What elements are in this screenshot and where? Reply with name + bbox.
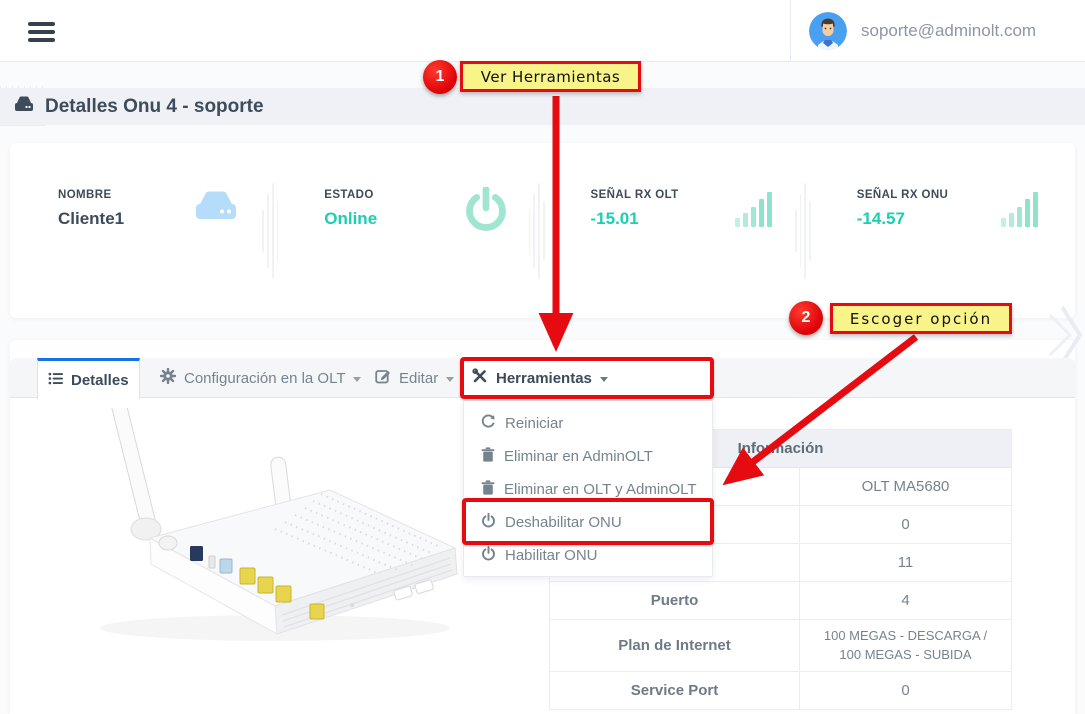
row-value: 0 — [800, 672, 1011, 709]
table-row: Service Port 0 — [550, 672, 1011, 710]
tab-label: Detalles — [71, 372, 129, 389]
user-email: soporte@adminolt.com — [861, 21, 1036, 41]
signal-bars-icon — [731, 187, 775, 236]
edit-icon — [375, 368, 391, 388]
stat-value: Online — [324, 209, 542, 229]
row-label: Plan de Internet — [550, 620, 800, 671]
tab-label: Editar — [399, 370, 438, 387]
chevron-down-icon — [600, 377, 608, 382]
stat-value: Cliente1 — [58, 209, 276, 229]
power-icon — [463, 187, 509, 240]
power-icon — [481, 513, 496, 533]
adminolt-page: soporte@adminolt.com Detalles Onu 4 - so… — [0, 0, 1085, 714]
menu-item-deshabilitar-onu[interactable]: Deshabilitar ONU — [464, 506, 712, 539]
row-label: Service Port — [550, 672, 800, 709]
chevron-down-icon — [446, 377, 454, 382]
menu-item-eliminar-olt-adminolt[interactable]: Eliminar en OLT y AdminOLT — [464, 473, 712, 506]
row-value: 0 — [800, 506, 1011, 543]
herramientas-dropdown-menu: Reiniciar Eliminar en AdminOLT Elimina — [463, 400, 713, 577]
stat-value: -14.57 — [857, 209, 1075, 229]
tools-icon — [472, 368, 488, 388]
menu-item-label: Deshabilitar ONU — [505, 514, 622, 531]
annotation-step-1-label: Ver Herramientas — [460, 61, 641, 92]
tab-label: Herramientas — [496, 370, 592, 387]
user-menu[interactable]: soporte@adminolt.com — [790, 0, 1085, 62]
chevron-down-icon — [353, 377, 361, 382]
stat-label: NOMBRE — [58, 189, 276, 201]
user-avatar — [809, 12, 847, 50]
stat-estado: ESTADO Online — [276, 143, 542, 318]
onu-status-card: NOMBRE Cliente1 ESTADO Online — [10, 143, 1075, 318]
tab-editar[interactable]: Editar — [365, 358, 464, 398]
tab-herramientas[interactable]: Herramientas — [462, 358, 714, 398]
refresh-icon — [481, 414, 496, 433]
stat-label: SEÑAL RX OLT — [591, 189, 809, 201]
tab-bar: Detalles Configuración en la OLT — [10, 358, 1075, 398]
menu-item-label: Reiniciar — [505, 415, 563, 432]
annotation-step-2-badge: 2 — [789, 301, 823, 335]
trash-icon — [481, 480, 495, 499]
table-row: Puerto 4 — [550, 582, 1011, 620]
stat-label: SEÑAL RX ONU — [857, 189, 1075, 201]
gear-icon — [160, 368, 176, 388]
stat-value: -15.01 — [591, 209, 809, 229]
menu-item-reiniciar[interactable]: Reiniciar — [464, 407, 712, 440]
page-title-bar: Detalles Onu 4 - soporte — [0, 88, 1085, 125]
row-value: 4 — [800, 582, 1011, 619]
row-value: OLT MA5680 — [800, 468, 1011, 505]
tab-configuracion-olt[interactable]: Configuración en la OLT — [150, 358, 371, 398]
tab-detalles[interactable]: Detalles — [37, 358, 140, 399]
row-value: 100 MEGAS - DESCARGA / 100 MEGAS - SUBID… — [800, 620, 1011, 671]
onu-icon — [190, 187, 242, 232]
menu-item-label: Eliminar en AdminOLT — [504, 448, 653, 465]
menu-item-label: Eliminar en OLT y AdminOLT — [504, 481, 697, 498]
annotation-step-2-label: Escoger opción — [830, 303, 1012, 334]
onu-icon — [13, 95, 35, 118]
row-value: 11 — [800, 544, 1011, 581]
row-label: Puerto — [550, 582, 800, 619]
trash-icon — [481, 447, 495, 466]
list-icon — [48, 371, 63, 390]
stat-label: ESTADO — [324, 189, 542, 201]
table-row: Plan de Internet 100 MEGAS - DESCARGA / … — [550, 620, 1011, 672]
menu-item-label: Habilitar ONU — [505, 547, 598, 564]
stat-senal-rx-olt: SEÑAL RX OLT -15.01 — [543, 143, 809, 318]
stat-senal-rx-onu: SEÑAL RX ONU -14.57 — [809, 143, 1075, 318]
hamburger-menu-icon[interactable] — [28, 22, 55, 41]
top-navbar: soporte@adminolt.com — [0, 0, 1085, 62]
power-icon — [481, 546, 496, 566]
onu-router-image — [30, 408, 470, 658]
stat-nombre: NOMBRE Cliente1 — [10, 143, 276, 318]
signal-bars-icon — [997, 187, 1041, 236]
page-title: Detalles Onu 4 - soporte — [45, 96, 264, 118]
menu-item-eliminar-adminolt[interactable]: Eliminar en AdminOLT — [464, 440, 712, 473]
tab-label: Configuración en la OLT — [184, 370, 345, 387]
annotation-step-1-badge: 1 — [423, 60, 457, 94]
menu-item-habilitar-onu[interactable]: Habilitar ONU — [464, 539, 712, 572]
